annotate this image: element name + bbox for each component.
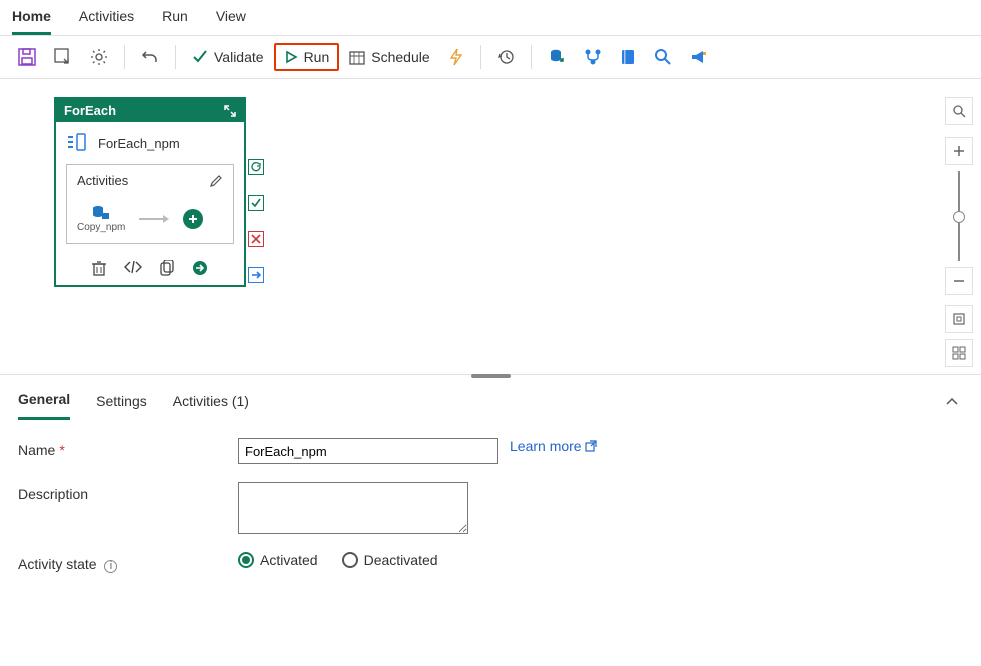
canvas-area: ForEach ForEach_npm Activities Copy_npm	[0, 79, 981, 375]
tab-settings[interactable]: Settings	[96, 387, 147, 419]
zoom-in-button[interactable]	[945, 137, 973, 165]
node-name-label: ForEach_npm	[98, 136, 180, 151]
radio-deactivated-label: Deactivated	[364, 552, 438, 568]
menu-tab-activities[interactable]: Activities	[79, 4, 134, 35]
branching-button[interactable]	[576, 42, 610, 72]
radio-activated-label: Activated	[260, 552, 318, 568]
save-as-button[interactable]	[46, 42, 80, 72]
radio-activated[interactable]: Activated	[238, 552, 318, 568]
run-button[interactable]: Run	[274, 43, 340, 71]
activities-heading: Activities	[77, 173, 128, 188]
name-input[interactable]	[238, 438, 498, 464]
layout-button[interactable]	[945, 339, 973, 367]
add-activity-button[interactable]	[183, 209, 203, 229]
goto-button[interactable]	[192, 260, 208, 279]
fit-screen-button[interactable]	[945, 305, 973, 333]
status-pill-fail[interactable]	[248, 231, 264, 247]
status-pill-retry[interactable]	[248, 159, 264, 175]
book-button[interactable]	[612, 43, 644, 71]
expand-icon[interactable]	[224, 105, 236, 117]
delete-button[interactable]	[92, 260, 106, 279]
settings-button[interactable]	[82, 42, 116, 72]
tab-general[interactable]: General	[18, 385, 70, 420]
panel-drag-handle[interactable]	[471, 374, 511, 378]
copy-activity-label: Copy_npm	[77, 222, 125, 233]
menu-tab-run[interactable]: Run	[162, 4, 188, 35]
validate-button[interactable]: Validate	[184, 43, 272, 71]
panel-collapse-button[interactable]	[945, 395, 963, 410]
radio-deactivated[interactable]: Deactivated	[342, 552, 438, 568]
toolbar: Validate Run Schedule	[0, 36, 981, 79]
node-type-label: ForEach	[64, 103, 116, 118]
find-button[interactable]	[945, 97, 973, 125]
properties-panel: General Settings Activities (1) Name* Le…	[0, 375, 981, 583]
info-icon[interactable]: i	[104, 560, 117, 573]
arrow-icon	[139, 214, 169, 224]
search-button[interactable]	[646, 42, 680, 72]
save-button[interactable]	[10, 42, 44, 72]
learn-more-text: Learn more	[510, 438, 582, 454]
code-button[interactable]	[124, 260, 142, 279]
zoom-slider[interactable]	[958, 171, 960, 261]
zoom-out-button[interactable]	[945, 267, 973, 295]
node-activities-box[interactable]: Activities Copy_npm	[66, 164, 234, 244]
trigger-button[interactable]	[440, 42, 472, 72]
history-button[interactable]	[489, 42, 523, 72]
announce-button[interactable]	[682, 43, 716, 71]
menu-tab-home[interactable]: Home	[12, 4, 51, 35]
copy-activity[interactable]: Copy_npm	[77, 204, 125, 233]
status-pill-skip[interactable]	[248, 267, 264, 283]
status-pill-success[interactable]	[248, 195, 264, 211]
activity-state-label: Activity state	[18, 556, 97, 572]
description-label: Description	[18, 486, 88, 502]
foreach-activity-node[interactable]: ForEach ForEach_npm Activities Copy_npm	[54, 97, 246, 287]
edit-icon[interactable]	[209, 174, 223, 188]
data-source-button[interactable]	[540, 42, 574, 72]
menu-tab-view[interactable]: View	[216, 4, 246, 35]
zoom-thumb[interactable]	[953, 211, 965, 223]
schedule-button[interactable]: Schedule	[341, 43, 437, 71]
menu-tabs: Home Activities Run View	[0, 0, 981, 36]
node-header[interactable]: ForEach	[56, 99, 244, 122]
schedule-label: Schedule	[371, 49, 429, 65]
copy-data-icon	[91, 204, 111, 222]
tab-activities[interactable]: Activities (1)	[173, 387, 249, 419]
name-label: Name	[18, 442, 55, 458]
undo-button[interactable]	[133, 42, 167, 72]
learn-more-link[interactable]: Learn more	[510, 438, 597, 454]
validate-label: Validate	[214, 49, 264, 65]
run-label: Run	[304, 49, 330, 65]
copy-button[interactable]	[160, 260, 174, 279]
foreach-icon	[66, 132, 88, 154]
description-input[interactable]	[238, 482, 468, 534]
